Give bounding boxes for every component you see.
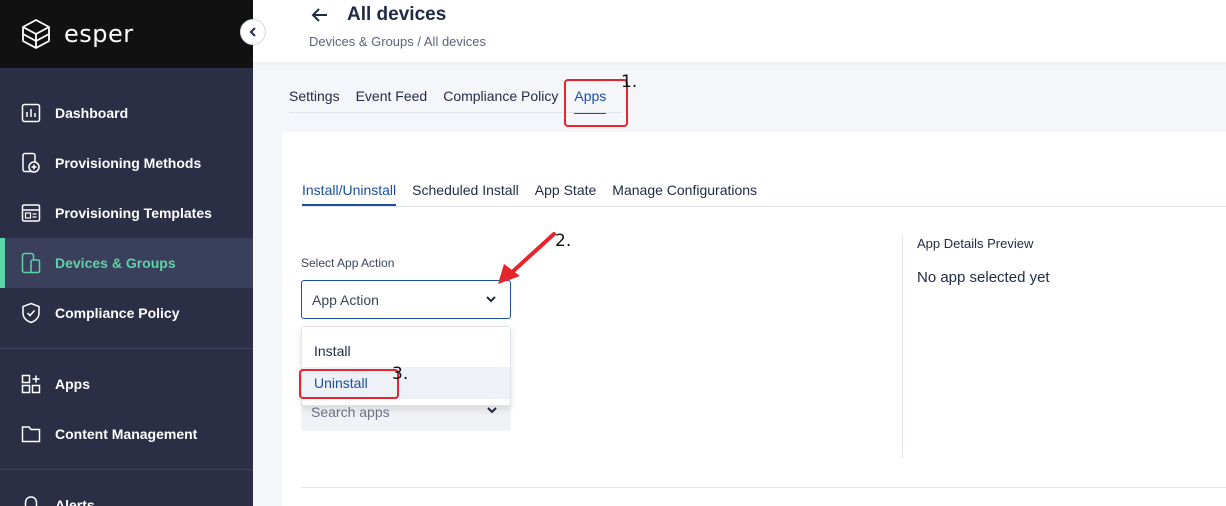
sidebar-item-label: Devices & Groups [55, 255, 176, 271]
app-details-preview-title: App Details Preview [917, 236, 1034, 251]
breadcrumb[interactable]: Devices & Groups / All devices [309, 34, 486, 49]
sidebar-item-provisioning-methods[interactable]: Provisioning Methods [0, 138, 253, 188]
chevron-down-icon [486, 296, 496, 303]
logo-bar: esper [0, 0, 266, 68]
tab-compliance-policy[interactable]: Compliance Policy [443, 88, 558, 114]
subtab-scheduled-install[interactable]: Scheduled Install [412, 182, 519, 206]
devices-icon [20, 252, 42, 274]
sidebar-item-label: Content Management [55, 426, 198, 442]
column-divider [902, 236, 903, 458]
back-arrow-icon[interactable] [311, 4, 329, 30]
subtab-install-uninstall[interactable]: Install/Uninstall [302, 182, 397, 206]
templates-icon [20, 202, 42, 224]
sidebar-item-label: Dashboard [55, 105, 129, 121]
option-install[interactable]: Install [302, 335, 510, 367]
select-app-action-label: Select App Action [301, 256, 395, 270]
app-action-select[interactable]: App Action [301, 280, 511, 319]
sidebar-nav: Dashboard Provisioning Methods Provision… [0, 68, 253, 506]
brand-name: esper [64, 20, 134, 48]
sidebar-item-alerts[interactable]: Alerts [0, 480, 253, 506]
app-action-value: App Action [312, 291, 379, 308]
sidebar-item-content-management[interactable]: Content Management [0, 409, 253, 459]
dashboard-icon [20, 102, 42, 124]
tab-event-feed[interactable]: Event Feed [356, 88, 428, 114]
subtabs-divider [302, 206, 1226, 207]
annotation-arrow-icon [498, 232, 556, 284]
sidebar-divider [0, 348, 253, 349]
sidebar-item-label: Provisioning Methods [55, 155, 202, 171]
apps-grid-icon [20, 373, 42, 395]
bell-icon [20, 494, 42, 506]
page-header: All devices Devices & Groups / All devic… [253, 0, 1226, 62]
sidebar-item-dashboard[interactable]: Dashboard [0, 88, 253, 138]
sidebar-item-devices-groups[interactable]: Devices & Groups [0, 238, 253, 288]
folder-icon [20, 423, 42, 445]
sidebar-divider [0, 469, 253, 470]
provisioning-methods-icon [20, 152, 42, 174]
sidebar: esper Dashboard Provisioning Methods Pro… [0, 0, 266, 506]
annotation-number-3: 3. [392, 364, 409, 384]
chevron-left-icon [249, 27, 256, 37]
tab-settings[interactable]: Settings [289, 88, 340, 114]
sidebar-item-provisioning-templates[interactable]: Provisioning Templates [0, 188, 253, 238]
sidebar-item-compliance-policy[interactable]: Compliance Policy [0, 288, 253, 338]
annotation-number-1: 1. [621, 72, 638, 92]
subtab-manage-configurations[interactable]: Manage Configurations [612, 182, 757, 206]
apps-subtabs: Install/Uninstall Scheduled Install App … [302, 182, 773, 206]
collapse-sidebar-button[interactable] [240, 19, 266, 45]
sidebar-item-label: Provisioning Templates [55, 205, 212, 221]
sidebar-item-label: Compliance Policy [55, 305, 180, 321]
sidebar-item-apps[interactable]: Apps [0, 359, 253, 409]
sidebar-item-label: Apps [55, 376, 90, 392]
shield-icon [20, 302, 42, 324]
subtab-app-state[interactable]: App State [535, 182, 597, 206]
annotation-box-uninstall [299, 369, 399, 399]
no-app-selected-text: No app selected yet [917, 269, 1050, 286]
esper-logo-icon [22, 18, 50, 50]
bottom-divider [301, 487, 1226, 488]
sidebar-item-label: Alerts [55, 497, 95, 506]
page-title: All devices [347, 4, 447, 25]
annotation-box-apps-tab [564, 79, 628, 127]
